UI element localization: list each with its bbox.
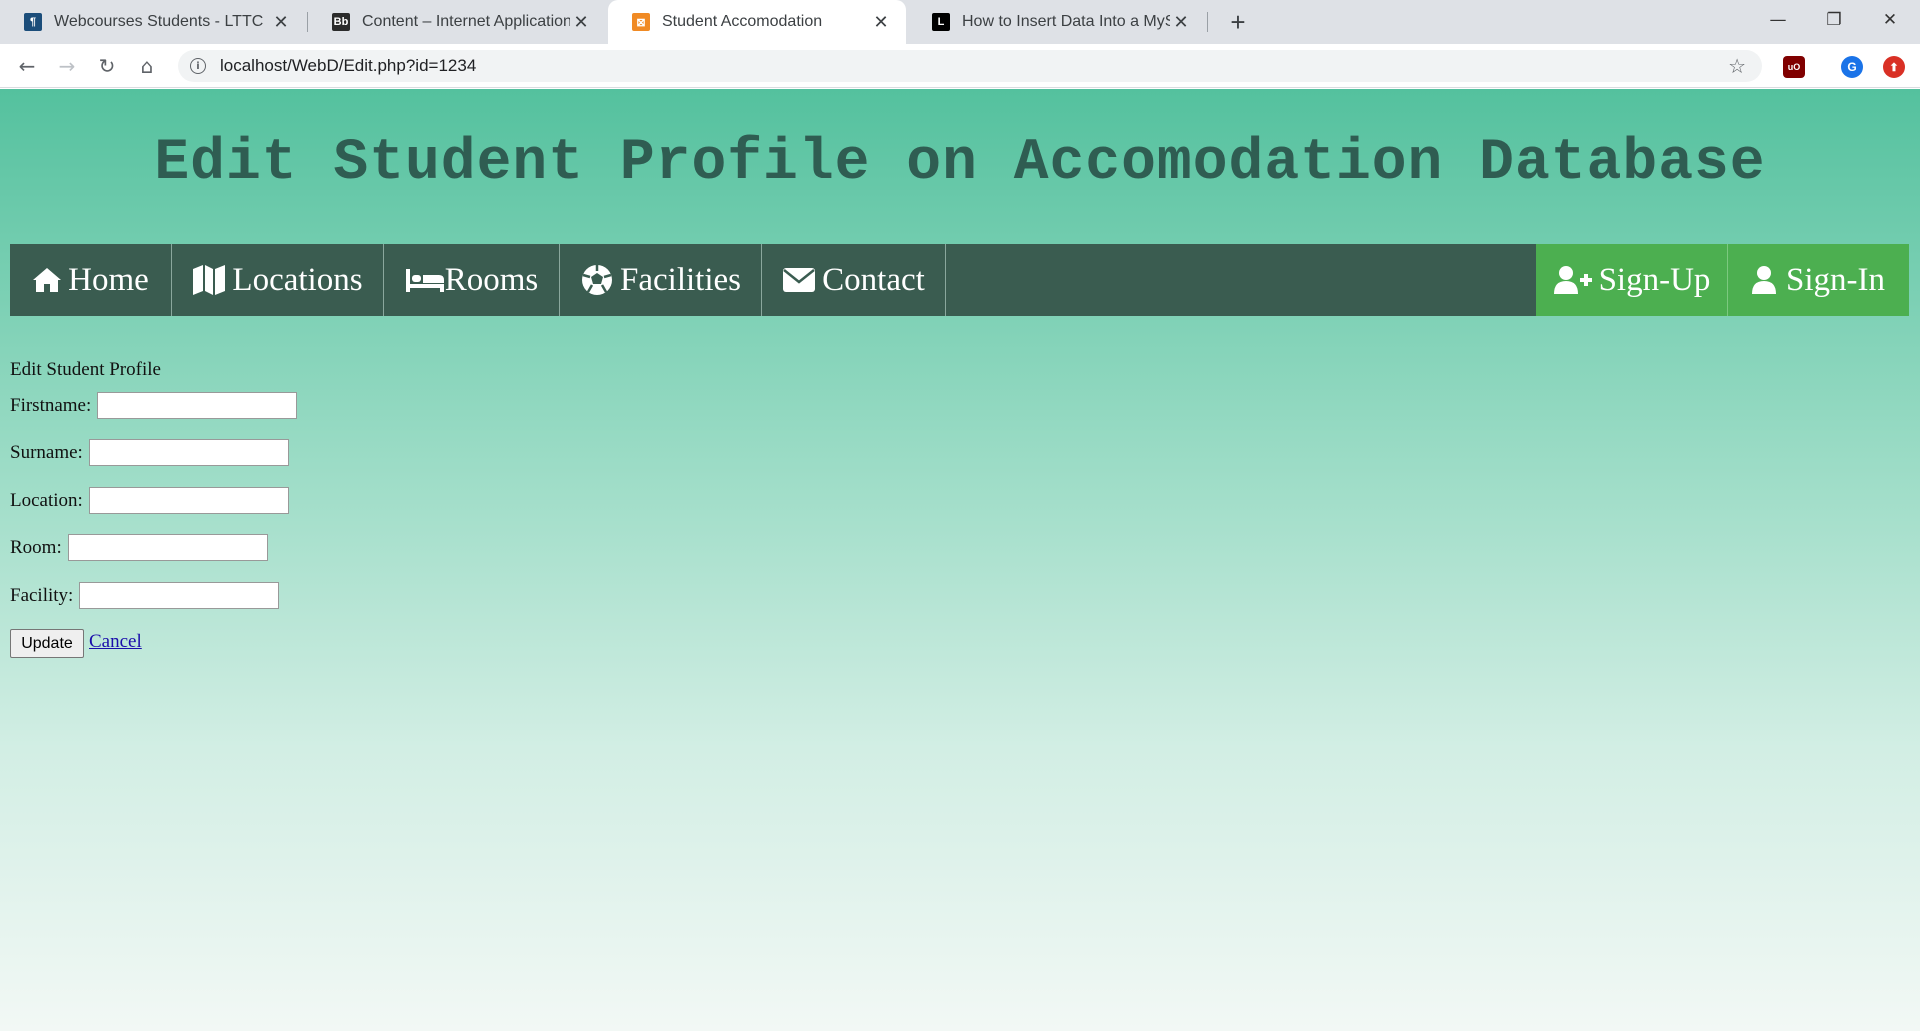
facility-row: Facility: bbox=[10, 582, 280, 609]
lifewire-icon: L bbox=[932, 13, 950, 31]
close-window-button[interactable]: ✕ bbox=[1862, 0, 1918, 40]
user-plus-icon bbox=[1553, 265, 1593, 295]
close-tab-icon[interactable]: ✕ bbox=[870, 12, 892, 33]
site-info-icon[interactable]: i bbox=[190, 58, 206, 74]
nav-label: Home bbox=[68, 261, 149, 298]
blackboard-icon: Bb bbox=[332, 13, 350, 31]
restore-button[interactable]: ❐ bbox=[1806, 0, 1862, 40]
nav-locations[interactable]: Locations bbox=[172, 244, 384, 316]
location-label: Location: bbox=[10, 489, 83, 511]
tab-title: Webcourses Students - LTTC bbox=[54, 13, 264, 30]
close-tab-icon[interactable]: ✕ bbox=[570, 12, 592, 33]
firstname-row: Firstname: bbox=[10, 392, 298, 419]
bookmark-star-icon[interactable]: ☆ bbox=[1728, 54, 1746, 78]
nav-label: Locations bbox=[232, 261, 363, 298]
new-tab-button[interactable]: + bbox=[1222, 6, 1254, 38]
close-tab-icon[interactable]: ✕ bbox=[1170, 12, 1192, 33]
surname-row: Surname: bbox=[10, 439, 289, 466]
tab-title: Student Accomodation bbox=[662, 13, 823, 30]
xampp-icon: ⊠ bbox=[632, 13, 650, 31]
nav-sign-up[interactable]: Sign-Up bbox=[1536, 244, 1728, 316]
room-input[interactable] bbox=[67, 534, 268, 561]
extension-icon[interactable]: ⬆ bbox=[1883, 56, 1905, 78]
profile-g-icon[interactable]: G bbox=[1841, 56, 1863, 78]
ublock-icon[interactable]: uO bbox=[1783, 56, 1805, 78]
page-content: Edit Student Profile on Accomodation Dat… bbox=[0, 89, 1920, 1031]
address-bar[interactable]: i localhost/WebD/Edit.php?id=1234 ☆ bbox=[178, 50, 1762, 82]
url-text: localhost/WebD/Edit.php?id=1234 bbox=[220, 56, 477, 75]
location-row: Location: bbox=[10, 487, 289, 514]
map-icon bbox=[192, 264, 226, 296]
nav-sign-in[interactable]: Sign-In bbox=[1728, 244, 1909, 316]
nav-home[interactable]: Home bbox=[10, 244, 172, 316]
form-heading: Edit Student Profile bbox=[10, 359, 161, 380]
nav-label: Facilities bbox=[620, 261, 741, 298]
main-navbar: Home Locations Rooms Facilities Contact bbox=[10, 244, 1909, 316]
nav-label: Rooms bbox=[444, 261, 539, 298]
nav-contact[interactable]: Contact bbox=[762, 244, 946, 316]
tab-student-accomodation[interactable]: ⊠ Student Accomodation ✕ bbox=[608, 0, 906, 44]
tab-webcourses[interactable]: ¶ Webcourses Students - LTTC ✕ bbox=[0, 0, 306, 44]
home-button[interactable]: ⌂ bbox=[132, 51, 162, 81]
nav-rooms[interactable]: Rooms bbox=[384, 244, 560, 316]
minimize-button[interactable]: — bbox=[1750, 0, 1806, 40]
tab-title: Content – Internet Application ar bbox=[362, 13, 570, 30]
tab-content[interactable]: Bb Content – Internet Application ar ✕ bbox=[308, 0, 606, 44]
room-label: Room: bbox=[10, 536, 62, 558]
user-icon bbox=[1752, 265, 1776, 295]
firstname-label: Firstname: bbox=[10, 394, 92, 416]
surname-label: Surname: bbox=[10, 441, 83, 463]
forward-button[interactable]: → bbox=[52, 51, 82, 81]
room-row: Room: bbox=[10, 534, 268, 561]
webcourses-icon: ¶ bbox=[24, 13, 42, 31]
tab-divider bbox=[1207, 12, 1208, 32]
update-button[interactable]: Update bbox=[10, 629, 84, 658]
tab-title: How to Insert Data Into a MySQL bbox=[962, 13, 1170, 30]
facility-input[interactable] bbox=[79, 582, 280, 609]
firstname-input[interactable] bbox=[97, 392, 298, 419]
location-input[interactable] bbox=[88, 487, 289, 514]
reload-button[interactable]: ↻ bbox=[92, 51, 122, 81]
envelope-icon bbox=[782, 267, 816, 293]
bed-icon bbox=[405, 267, 445, 293]
soccer-ball-icon bbox=[580, 263, 614, 297]
nav-label: Sign-Up bbox=[1598, 261, 1711, 298]
browser-toolbar: ← → ↻ ⌂ i localhost/WebD/Edit.php?id=123… bbox=[0, 44, 1920, 88]
nav-label: Sign-In bbox=[1786, 261, 1885, 298]
surname-input[interactable] bbox=[88, 439, 289, 466]
cancel-link[interactable]: Cancel bbox=[89, 631, 142, 653]
browser-tabstrip: ¶ Webcourses Students - LTTC ✕ Bb Conten… bbox=[0, 0, 1920, 44]
close-tab-icon[interactable]: ✕ bbox=[270, 12, 292, 33]
back-button[interactable]: ← bbox=[12, 51, 42, 81]
nav-label: Contact bbox=[822, 261, 925, 298]
nav-facilities[interactable]: Facilities bbox=[560, 244, 762, 316]
facility-label: Facility: bbox=[10, 584, 74, 606]
page-title: Edit Student Profile on Accomodation Dat… bbox=[154, 131, 1766, 196]
home-icon bbox=[32, 266, 62, 294]
tab-mysql[interactable]: L How to Insert Data Into a MySQL ✕ bbox=[908, 0, 1206, 44]
